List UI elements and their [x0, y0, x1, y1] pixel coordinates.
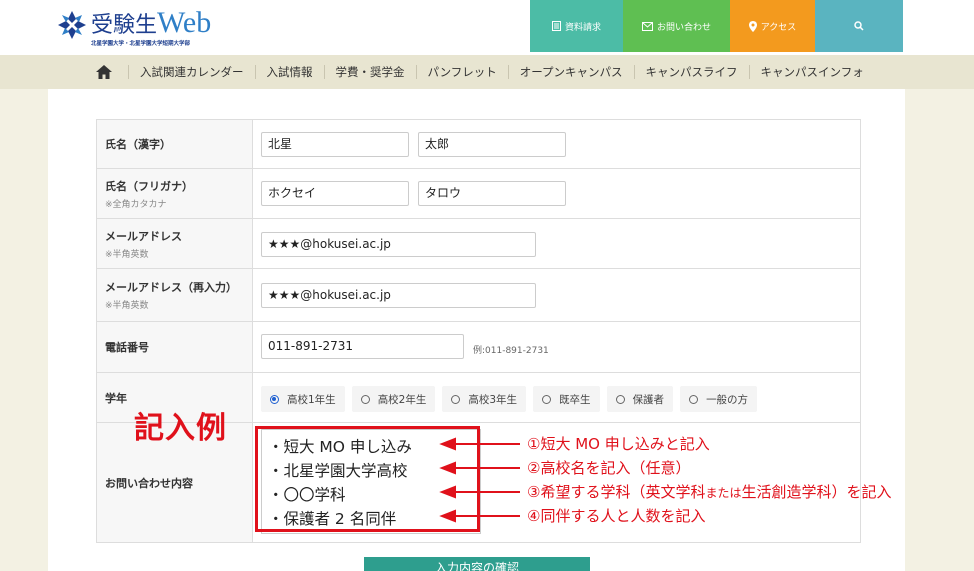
grade-option-hs1[interactable]: 高校1年生	[261, 386, 345, 412]
grade-option-label: 高校3年生	[468, 393, 518, 406]
logo-title: 受験生Web	[91, 6, 212, 39]
mail-icon	[641, 21, 653, 31]
phone-label: 電話番号	[105, 341, 149, 354]
row-email: メールアドレス ※半角英数 ★★★@hokusei.ac.jp	[97, 219, 860, 269]
row-email-confirm: メールアドレス（再入力） ※半角英数 ★★★@hokusei.ac.jp	[97, 269, 860, 322]
value-cell: 北星 太郎	[253, 120, 860, 168]
radio-icon	[689, 394, 699, 404]
radio-icon	[360, 394, 370, 404]
email-note: ※半角英数	[105, 249, 149, 260]
email-confirm-input[interactable]: ★★★@hokusei.ac.jp	[261, 283, 536, 308]
grade-option-label: 高校1年生	[287, 393, 336, 406]
nav-item-tuition[interactable]: 学費・奨学金	[323, 65, 416, 79]
access-label: アクセス	[760, 22, 797, 33]
site-header: 受験生Web 北星学園大学・北星学園大学短期大学部 資料請求 お問い合わせ アク…	[0, 0, 974, 55]
grade-option-general[interactable]: 一般の方	[680, 386, 758, 412]
email-label: メールアドレス	[105, 229, 182, 243]
example-line-3: ・〇〇学科	[268, 486, 346, 504]
access-button[interactable]: アクセス	[730, 0, 815, 52]
annotation-note-1: ①短大 MO 申し込みと記入	[527, 435, 710, 453]
grade-option-label: 一般の方	[706, 393, 749, 406]
annotation-note-4: ④同伴する人と人数を記入	[527, 507, 706, 525]
logo-web: Web	[157, 6, 212, 39]
radio-icon	[451, 394, 461, 404]
email-confirm-note: ※半角英数	[105, 301, 149, 311]
annotation-note-3: ③希望する学科（英文学科または生活創造学科）を記入	[527, 481, 891, 502]
name-kanji-label: 氏名（漢字）	[105, 138, 171, 151]
grade-option-hs3[interactable]: 高校3年生	[442, 386, 527, 412]
value-cell: 高校1年生 高校2年生 高校3年生 既卒生 保護者 一般の方	[253, 373, 860, 422]
annotation-note-3-post: 生活創造学科）を記入	[741, 483, 892, 501]
nav-item-pamphlet[interactable]: パンフレット	[415, 65, 508, 79]
example-line-1: ・短大 MO 申し込み	[268, 438, 412, 456]
row-phone: 電話番号 011-891-2731 例:011-891-2731	[97, 322, 860, 373]
row-name-kana: 氏名（フリガナ） ※全角カタカナ ホクセイ タロウ	[97, 169, 860, 219]
radio-icon	[615, 394, 625, 404]
confirm-button[interactable]: 入力内容の確認	[364, 557, 590, 571]
annotation-note-2: ②高校名を記入（任意）	[527, 459, 691, 477]
grade-option-hs2[interactable]: 高校2年生	[351, 386, 436, 412]
location-pin-icon	[748, 20, 757, 32]
example-line-2: ・北星学園大学高校	[268, 462, 408, 480]
value-cell: ★★★@hokusei.ac.jp	[253, 219, 860, 268]
global-nav: 入試関連カレンダー 入試情報 学費・奨学金 パンフレット オープンキャンパス キ…	[0, 55, 974, 89]
last-name-kana-input[interactable]: ホクセイ	[261, 181, 409, 206]
grade-option-label: 既卒生	[559, 393, 591, 406]
label-cell: 電話番号	[97, 322, 253, 372]
value-cell: ★★★@hokusei.ac.jp	[253, 269, 860, 321]
logo-mark-icon	[58, 11, 86, 39]
nav-item-campus-info[interactable]: キャンパスインフォ	[748, 65, 875, 79]
email-input[interactable]: ★★★@hokusei.ac.jp	[261, 232, 536, 257]
first-name-kanji-input[interactable]: 太郎	[418, 132, 566, 157]
annotation-note-3-small: または	[705, 486, 742, 500]
first-name-kana-input[interactable]: タロウ	[418, 181, 566, 206]
document-request-label: 資料請求	[564, 22, 601, 33]
label-cell: メールアドレス ※半角英数	[97, 219, 253, 268]
site-logo[interactable]: 受験生Web 北星学園大学・北星学園大学短期大学部	[57, 6, 237, 50]
header-spacer	[903, 0, 974, 52]
grade-option-graduate[interactable]: 既卒生	[533, 386, 600, 412]
phone-input[interactable]: 011-891-2731	[261, 334, 464, 359]
nav-item-calendar[interactable]: 入試関連カレンダー	[128, 65, 255, 79]
annotation-note-3-pre: ③希望する学科（英文学科	[527, 483, 706, 501]
nav-item-campus-life[interactable]: キャンパスライフ	[633, 65, 749, 79]
inquiry-label: お問い合わせ内容	[105, 476, 193, 490]
radio-checked-icon	[270, 394, 279, 404]
contact-label: お問い合わせ	[656, 22, 711, 33]
document-request-button[interactable]: 資料請求	[530, 0, 623, 52]
value-cell: 011-891-2731 例:011-891-2731	[253, 322, 860, 372]
grade-option-label: 高校2年生	[377, 393, 427, 406]
example-line-4: ・保護者 2 名同伴	[268, 510, 397, 528]
logo-subtitle: 北星学園大学・北星学園大学短期大学部	[91, 41, 191, 47]
contact-button[interactable]: お問い合わせ	[623, 0, 730, 52]
last-name-kanji-input[interactable]: 北星	[261, 132, 409, 157]
nav-item-open-campus[interactable]: オープンキャンパス	[507, 65, 634, 79]
name-kana-label: 氏名（フリガナ）	[105, 179, 193, 193]
home-icon[interactable]	[96, 65, 112, 79]
phone-example: 例:011-891-2731	[473, 346, 549, 356]
grade-option-guardian[interactable]: 保護者	[606, 386, 674, 412]
nav-items: 入試関連カレンダー 入試情報 学費・奨学金 パンフレット オープンキャンパス キ…	[128, 55, 875, 89]
search-icon	[854, 21, 864, 31]
nav-item-admission[interactable]: 入試情報	[254, 65, 324, 79]
search-button[interactable]	[815, 0, 903, 52]
label-cell: 氏名（漢字）	[97, 120, 253, 168]
label-cell: メールアドレス（再入力） ※半角英数	[97, 269, 253, 321]
label-cell: 氏名（フリガナ） ※全角カタカナ	[97, 169, 253, 218]
email-confirm-label: メールアドレス（再入力）	[105, 281, 237, 294]
radio-icon	[542, 394, 552, 404]
value-cell: ホクセイ タロウ	[253, 169, 860, 218]
row-name-kanji: 氏名（漢字） 北星 太郎	[97, 120, 860, 169]
document-icon	[551, 21, 561, 31]
example-heading: 記入例	[134, 411, 227, 446]
grade-option-label: 保護者	[632, 393, 665, 406]
grade-radio-group: 高校1年生 高校2年生 高校3年生 既卒生 保護者 一般の方	[261, 386, 758, 412]
name-kana-note: ※全角カタカナ	[105, 199, 167, 210]
